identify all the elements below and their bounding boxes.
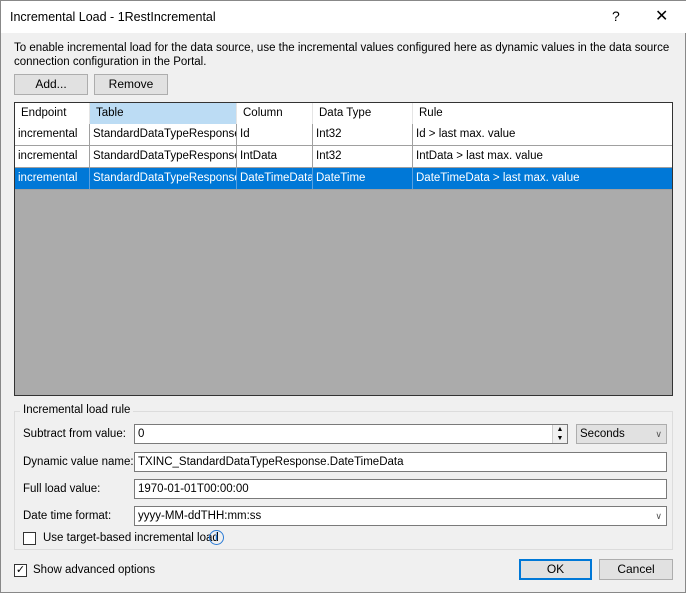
cell-endpoint: incremental [15,124,90,145]
show-advanced-checkbox[interactable]: ✓ [14,564,27,577]
description-text: To enable incremental load for the data … [14,42,670,68]
date-format-value: yyyy-MM-ddTHH:mm:ss [138,510,262,522]
help-button[interactable]: ? [612,8,620,24]
chevron-down-icon: ∨ [655,511,662,521]
cell-endpoint: incremental [15,168,90,189]
cell-table: StandardDataTypeResponse [90,124,237,145]
date-format-combobox[interactable]: yyyy-MM-ddTHH:mm:ss ∨ [134,506,667,526]
full-load-label: Full load value: [23,483,101,495]
cell-rule: Id > last max. value [416,128,516,140]
column-header-rule[interactable]: Rule [413,103,672,124]
group-label: Incremental load rule [20,404,134,416]
grid-header: Endpoint Table Column Data Type Rule [15,103,672,124]
info-icon[interactable]: i [209,530,224,545]
cell-rule: IntData > last max. value [416,150,543,162]
cell-column: IntData [237,146,313,167]
cell-column: Id [237,124,313,145]
checkmark-icon: ✓ [15,564,26,576]
table-row[interactable]: incremental StandardDataTypeResponse Int… [15,146,672,168]
column-header-data-type[interactable]: Data Type [313,103,413,124]
target-based-checkbox[interactable] [23,532,36,545]
subtract-input[interactable]: 0 [134,424,568,444]
spin-down-icon[interactable]: ▼ [553,434,567,443]
target-based-label: Use target-based incremental load [43,532,219,544]
table-row-selected[interactable]: incremental StandardDataTypeResponse Dat… [15,168,672,190]
chevron-down-icon: ∨ [655,429,662,439]
cell-table: StandardDataTypeResponse [90,146,237,167]
add-button[interactable]: Add... [14,74,88,95]
show-advanced-label: Show advanced options [33,564,156,576]
dynamic-value-input[interactable]: TXINC_StandardDataTypeResponse.DateTimeD… [134,452,667,472]
cell-table: StandardDataTypeResponse [90,168,237,189]
spin-up-icon[interactable]: ▲ [553,425,567,434]
subtract-spinner[interactable]: ▲ ▼ [552,425,567,443]
remove-button[interactable]: Remove [94,74,168,95]
close-button[interactable]: ✕ [655,6,668,26]
unit-select[interactable]: Seconds ∨ [576,424,667,444]
cell-data-type: Int32 [313,124,413,145]
unit-value: Seconds [580,428,625,440]
cell-column: DateTimeData [237,168,313,189]
column-header-table[interactable]: Table [90,103,237,124]
cell-endpoint: incremental [15,146,90,167]
window-title: Incremental Load - 1RestIncremental [10,10,216,24]
date-format-label: Date time format: [23,510,112,522]
incremental-rules-grid[interactable]: Endpoint Table Column Data Type Rule inc… [14,102,673,396]
dynamic-value-label: Dynamic value name: [23,456,134,468]
ok-button[interactable]: OK [519,559,592,580]
cancel-button[interactable]: Cancel [599,559,673,580]
cell-data-type: DateTime [313,168,413,189]
subtract-label: Subtract from value: [23,428,126,440]
cell-data-type: Int32 [313,146,413,167]
column-header-column[interactable]: Column [237,103,313,124]
cell-rule: DateTimeData > last max. value [416,172,580,184]
full-load-input[interactable]: 1970-01-01T00:00:00 [134,479,667,499]
column-header-endpoint[interactable]: Endpoint [15,103,90,124]
table-row[interactable]: incremental StandardDataTypeResponse Id … [15,124,672,146]
